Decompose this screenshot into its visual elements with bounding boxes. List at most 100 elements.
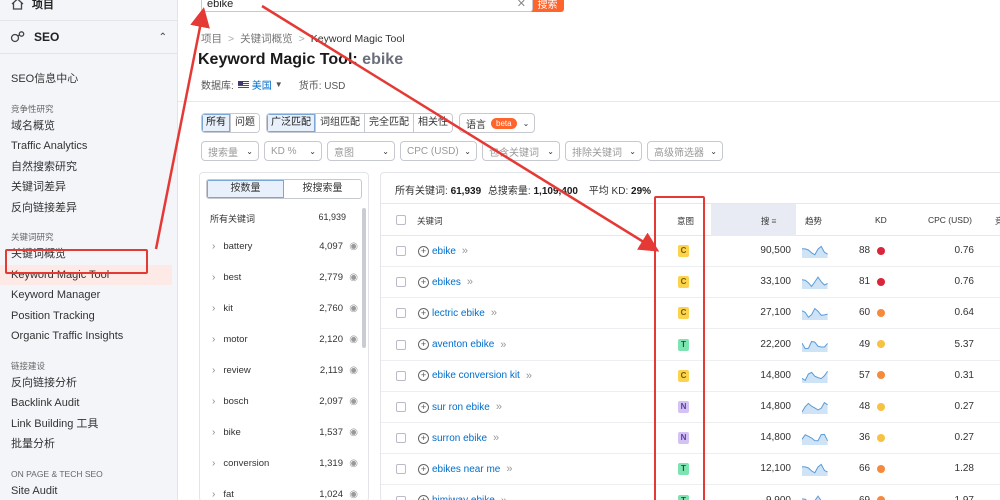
sidebar-item[interactable]: Backlink Audit (0, 393, 177, 414)
clear-icon[interactable]: ✕ (517, 0, 526, 10)
keyword-link[interactable]: surron ebike (432, 433, 487, 444)
language-dropdown[interactable]: 语言 beta ⌄ (459, 113, 536, 133)
group-row[interactable]: › fat 1,024 ◉ (200, 479, 368, 500)
row-checkbox[interactable] (396, 277, 406, 288)
col-trend[interactable]: 趋势 (805, 215, 822, 227)
add-to-list-icon[interactable]: + (418, 401, 429, 413)
sidebar-section-seo[interactable]: SEO ⌃ (0, 20, 177, 54)
group-row[interactable]: › best 2,779 ◉ (200, 262, 368, 293)
add-to-list-icon[interactable]: + (418, 432, 429, 444)
sidebar-item[interactable]: 反向链接分析 (0, 373, 177, 394)
row-checkbox[interactable] (396, 370, 406, 381)
chevron-down-icon[interactable]: ▼ (275, 80, 283, 89)
col-cpc[interactable]: CPC (USD) (928, 215, 972, 225)
kd-filter[interactable]: KD % ⌄ (264, 141, 322, 161)
intent-filter[interactable]: 意图 ⌄ (327, 141, 395, 161)
sidebar-item-projects[interactable]: 项目 (0, 0, 177, 14)
eye-icon[interactable]: ◉ (349, 396, 358, 407)
keyword-link[interactable]: ebike (432, 246, 456, 257)
tab-by-count[interactable]: 按数量 (207, 180, 284, 198)
row-checkbox[interactable] (396, 308, 406, 319)
filter-exact-match[interactable]: 完全匹配 (365, 114, 414, 132)
search-input[interactable]: ebike ✕ (201, 0, 533, 12)
breadcrumb-item[interactable]: 项目 (201, 33, 222, 45)
add-to-list-icon[interactable]: + (418, 307, 429, 319)
chevron-right-icon[interactable]: › (212, 272, 215, 283)
eye-icon[interactable]: ◉ (349, 241, 358, 252)
row-checkbox[interactable] (396, 339, 406, 350)
scrollbar[interactable] (362, 208, 366, 348)
row-checkbox[interactable] (396, 402, 406, 412)
group-row[interactable]: › kit 2,760 ◉ (200, 293, 368, 324)
double-chevron-icon[interactable]: » (500, 339, 506, 351)
sidebar-item[interactable]: Position Tracking (0, 306, 177, 327)
eye-icon[interactable]: ◉ (349, 272, 358, 283)
chevron-right-icon[interactable]: › (212, 427, 215, 438)
col-keyword[interactable]: 关键词 (417, 215, 443, 227)
chevron-right-icon[interactable]: › (212, 458, 215, 469)
chevron-right-icon[interactable]: › (212, 489, 215, 500)
chevron-right-icon[interactable]: › (212, 334, 215, 345)
keyword-link[interactable]: aventon ebike (432, 339, 494, 350)
filter-related[interactable]: 相关性 (414, 114, 452, 132)
keyword-link[interactable]: himiway ebike (432, 495, 495, 500)
sidebar-item[interactable]: Keyword Magic Tool (0, 264, 172, 285)
advanced-filters[interactable]: 高级筛选器 ⌄ (647, 141, 723, 161)
eye-icon[interactable]: ◉ (349, 365, 358, 376)
eye-icon[interactable]: ◉ (349, 489, 358, 500)
sidebar-item[interactable]: 关键词差异 (0, 177, 177, 198)
double-chevron-icon[interactable]: » (496, 401, 502, 413)
sidebar-item[interactable]: Traffic Analytics (0, 136, 177, 157)
cpc-filter[interactable]: CPC (USD) ⌄ (400, 141, 477, 161)
col-kd[interactable]: KD (875, 215, 887, 225)
breadcrumb-item[interactable]: 关键词概览 (240, 33, 293, 45)
sidebar-item[interactable]: Link Building 工具 (0, 414, 177, 435)
sidebar-item[interactable]: Site Audit (0, 481, 177, 500)
row-checkbox[interactable] (396, 495, 406, 500)
group-row[interactable]: › bosch 2,097 ◉ (200, 386, 368, 417)
eye-icon[interactable]: ◉ (349, 303, 358, 314)
keyword-link[interactable]: lectric ebike (432, 308, 485, 319)
double-chevron-icon[interactable]: » (493, 432, 499, 444)
filter-phrase-match[interactable]: 词组匹配 (316, 114, 365, 132)
sidebar-item[interactable]: 关键词概览 (0, 244, 177, 265)
exclude-keywords-filter[interactable]: 排除关键词 ⌄ (565, 141, 642, 161)
double-chevron-icon[interactable]: » (526, 370, 532, 382)
add-to-list-icon[interactable]: + (418, 245, 429, 257)
database-country[interactable]: 美国 (252, 77, 272, 92)
volume-filter[interactable]: 搜索量 ⌄ (201, 141, 259, 161)
chevron-right-icon[interactable]: › (212, 396, 215, 407)
group-row[interactable]: › review 2,119 ◉ (200, 355, 368, 386)
eye-icon[interactable]: ◉ (349, 334, 358, 345)
double-chevron-icon[interactable]: » (501, 495, 507, 500)
sidebar-item[interactable]: 自然搜索研究 (0, 157, 177, 178)
add-to-list-icon[interactable]: + (418, 370, 429, 382)
double-chevron-icon[interactable]: » (467, 276, 473, 288)
filter-questions[interactable]: 问题 (231, 114, 259, 132)
double-chevron-icon[interactable]: » (506, 463, 512, 475)
group-row[interactable]: › motor 2,120 ◉ (200, 324, 368, 355)
chevron-up-icon[interactable]: ⌃ (159, 32, 167, 43)
select-all-checkbox[interactable] (396, 215, 406, 225)
sidebar-item[interactable]: 域名概览 (0, 116, 177, 137)
col-competition[interactable]: 竞 (995, 215, 1000, 227)
double-chevron-icon[interactable]: » (462, 245, 468, 257)
keyword-link[interactable]: ebikes near me (432, 464, 500, 475)
filter-broad-match[interactable]: 广泛匹配 (267, 114, 316, 132)
keyword-link[interactable]: sur ron ebike (432, 402, 490, 413)
double-chevron-icon[interactable]: » (491, 307, 497, 319)
all-keywords-header[interactable]: 所有关键词 61,939 (200, 199, 368, 225)
eye-icon[interactable]: ◉ (349, 458, 358, 469)
include-keywords-filter[interactable]: 包含关键词 ⌄ (482, 141, 560, 161)
group-row[interactable]: › bike 1,537 ◉ (200, 417, 368, 448)
add-to-list-icon[interactable]: + (418, 495, 429, 500)
col-volume[interactable]: 搜 ≡ (761, 215, 776, 227)
sidebar-item[interactable]: 批量分析 (0, 434, 177, 455)
sidebar-item[interactable]: Organic Traffic Insights (0, 326, 177, 347)
group-row[interactable]: › conversion 1,319 ◉ (200, 448, 368, 479)
keyword-link[interactable]: ebikes (432, 277, 461, 288)
chevron-right-icon[interactable]: › (212, 241, 215, 252)
row-checkbox[interactable] (396, 464, 406, 475)
chevron-right-icon[interactable]: › (212, 303, 215, 314)
add-to-list-icon[interactable]: + (418, 339, 429, 351)
